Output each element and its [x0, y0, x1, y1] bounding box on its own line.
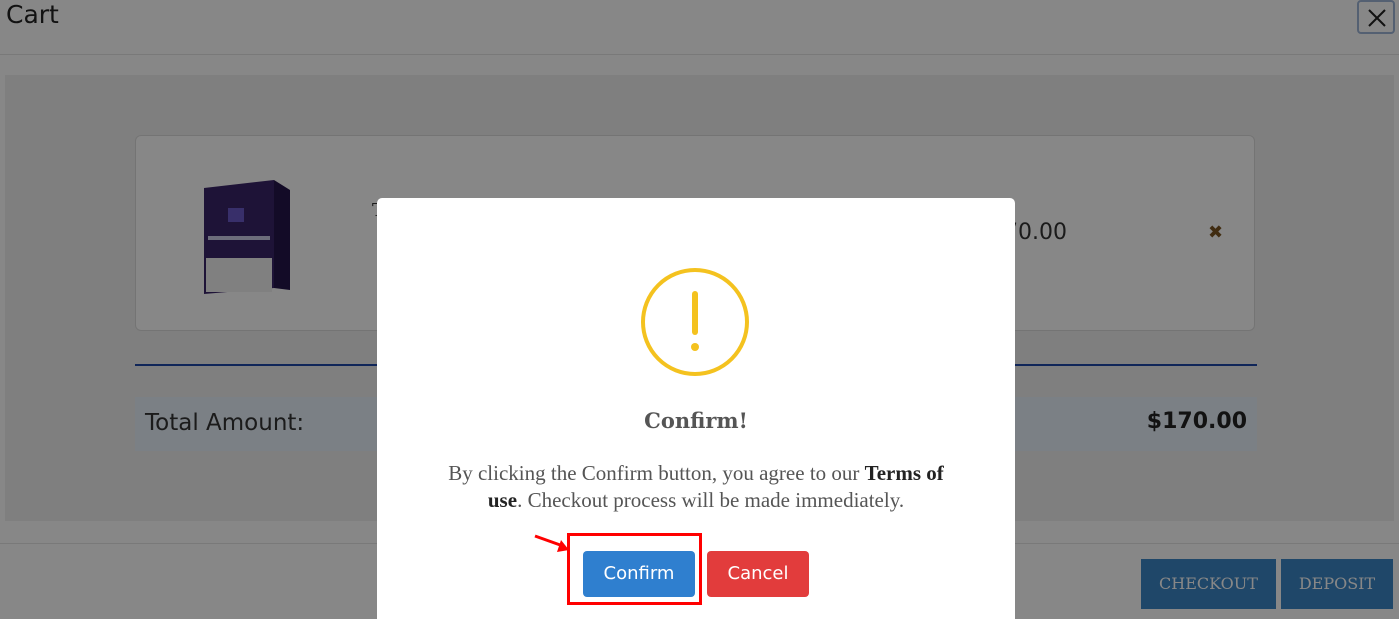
confirm-dialog: Confirm! By clicking the Confirm button,… — [377, 198, 1015, 638]
dialog-title: Confirm! — [644, 408, 748, 433]
exclamation-icon — [641, 268, 749, 376]
annotation-arrow-icon — [534, 534, 569, 552]
confirm-button[interactable]: Confirm — [583, 551, 695, 597]
dialog-message: By clicking the Confirm button, you agre… — [435, 460, 957, 514]
dialog-message-text-end: . Checkout process will be made immediat… — [517, 488, 905, 512]
cancel-button[interactable]: Cancel — [707, 551, 809, 597]
dialog-message-text: By clicking the Confirm button, you agre… — [448, 461, 865, 485]
